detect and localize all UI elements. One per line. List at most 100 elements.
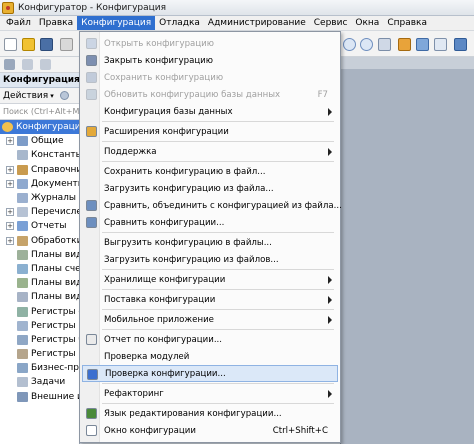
- panel-list-icon[interactable]: [22, 59, 33, 70]
- menu-item-5[interactable]: Сервис: [310, 16, 352, 30]
- menu-item-icon: [87, 369, 98, 380]
- tree-item-label: Бизнес-проц: [31, 363, 80, 374]
- expand-icon[interactable]: +: [6, 179, 14, 188]
- menu-item-7[interactable]: Справка: [383, 16, 431, 30]
- menu-item-6[interactable]: Расширения конфигурации: [82, 123, 338, 140]
- expand-icon[interactable]: +: [6, 165, 14, 174]
- expand-icon[interactable]: +: [6, 208, 14, 217]
- save-icon[interactable]: [40, 38, 53, 51]
- tree-node-icon: [17, 292, 28, 303]
- menu-separator: [102, 309, 334, 310]
- menu-bar: Файл Правка Конфигурация Отладка Администрир…: [0, 16, 474, 31]
- menu-item-4[interactable]: Конфигурация базы данных: [82, 103, 338, 120]
- menu-item-28[interactable]: Рефакторинг: [82, 385, 338, 402]
- menu-item-20[interactable]: Поставка конфигурации: [82, 291, 338, 308]
- tree-item[interactable]: + Обработки: [0, 234, 79, 248]
- tree-item[interactable]: + Общие: [0, 134, 79, 148]
- tree-item[interactable]: Бизнес-проц: [0, 361, 79, 375]
- menu-item-11[interactable]: Загрузить конфигурацию из файла...: [82, 180, 338, 197]
- tree-item-label: Общие: [31, 136, 64, 147]
- menu-item-label: Расширения конфигурации: [104, 126, 229, 137]
- tree-item-label: Планы видо: [31, 249, 79, 260]
- menu-item-label: Поддержка: [104, 146, 157, 157]
- tree-item[interactable]: + Перечислени: [0, 205, 79, 219]
- menu-item-label: Проверка модулей: [104, 351, 190, 362]
- menu-item-18[interactable]: Хранилище конфигурации: [82, 271, 338, 288]
- menu-item-0[interactable]: Файл: [2, 16, 35, 30]
- menu-item-30[interactable]: Язык редактирования конфигурации...: [82, 405, 338, 422]
- menu-item-24[interactable]: Отчет по конфигурации...: [82, 331, 338, 348]
- cut-icon[interactable]: [60, 38, 73, 51]
- chevron-down-icon: ▾: [50, 91, 54, 100]
- add-icon[interactable]: [59, 91, 69, 100]
- menu-item-3[interactable]: Отладка: [155, 16, 204, 30]
- menu-item-25[interactable]: Проверка модулей: [82, 348, 338, 365]
- tree-item[interactable]: + Справочники: [0, 163, 79, 177]
- menu-item-26[interactable]: Проверка конфигурации...: [82, 365, 338, 382]
- expand-icon[interactable]: +: [6, 236, 14, 245]
- menu-separator: [102, 269, 334, 270]
- tree-item[interactable]: Регистры св: [0, 304, 79, 318]
- find-icon[interactable]: [343, 38, 356, 51]
- menu-item-icon: [86, 89, 97, 100]
- menu-item-16[interactable]: Загрузить конфигурацию из файлов...: [82, 251, 338, 268]
- menu-item-12[interactable]: Сравнить, объединить с конфигурацией из …: [82, 197, 342, 214]
- menu-item-label: Выгрузить конфигурацию в файлы...: [104, 237, 272, 248]
- expand-icon[interactable]: +: [6, 137, 14, 146]
- syntax-icon[interactable]: [416, 38, 429, 51]
- menu-item-1[interactable]: Закрыть конфигурацию: [82, 52, 338, 69]
- tree-item[interactable]: Планы видо: [0, 248, 79, 262]
- tree-node-icon: [17, 164, 28, 175]
- menu-item-2[interactable]: Сохранить конфигурацию: [82, 69, 338, 86]
- menu-item-10[interactable]: Сохранить конфигурацию в файл...: [82, 163, 338, 180]
- tree-item-label: Обработки: [31, 235, 80, 246]
- expand-icon[interactable]: +: [6, 222, 14, 231]
- tree-item[interactable]: Планы счето: [0, 262, 79, 276]
- tree-item[interactable]: Планы видо: [0, 276, 79, 290]
- tree-item[interactable]: Константы: [0, 148, 79, 162]
- tree-item[interactable]: Внешние ис: [0, 390, 79, 404]
- tree-item[interactable]: Планы видо: [0, 290, 79, 304]
- actions-menu[interactable]: Действия ▾: [0, 88, 79, 104]
- menu-item-15[interactable]: Выгрузить конфигурацию в файлы...: [82, 234, 338, 251]
- tree-node-icon: [17, 193, 28, 204]
- menu-item-label: Сохранить конфигурацию в файл...: [104, 166, 266, 177]
- tree-node-icon: [17, 278, 28, 289]
- debug-icon[interactable]: [398, 38, 411, 51]
- menu-item-4[interactable]: Администрирование: [204, 16, 310, 30]
- search-input[interactable]: Поиск (Ctrl+Alt+M): [0, 104, 79, 120]
- tree-item-label: Справочники: [31, 164, 79, 175]
- tree-item[interactable]: Регистры ра: [0, 347, 79, 361]
- module-icon[interactable]: [378, 38, 391, 51]
- menu-item-0[interactable]: Открыть конфигурацию: [82, 35, 338, 52]
- tree-item-label: Отчеты: [31, 221, 67, 232]
- menu-item-6[interactable]: Окна: [351, 16, 383, 30]
- tree-item[interactable]: + Документы: [0, 177, 79, 191]
- tree-item[interactable]: Журналы до: [0, 191, 79, 205]
- menu-item-31[interactable]: Окно конфигурации Ctrl+Shift+C: [82, 422, 338, 439]
- tree-node-icon: [17, 249, 28, 260]
- tree-item[interactable]: Задачи: [0, 375, 79, 389]
- tree-item[interactable]: + Отчеты: [0, 219, 79, 233]
- tree-item-label: Константы: [31, 150, 80, 161]
- new-file-icon[interactable]: [4, 38, 17, 51]
- menu-item-13[interactable]: Сравнить конфигурации...: [82, 214, 338, 231]
- menu-item-1[interactable]: Правка: [35, 16, 77, 30]
- tree-item[interactable]: Регистры бу: [0, 333, 79, 347]
- refresh-icon[interactable]: [360, 38, 373, 51]
- menu-item-3[interactable]: Обновить конфигурацию базы данных F7: [82, 86, 338, 103]
- menu-item-8[interactable]: Поддержка: [82, 143, 338, 160]
- submenu-arrow-icon: [328, 108, 332, 116]
- tree-item-label: Планы видо: [31, 292, 79, 303]
- menu-item-22[interactable]: Мобильное приложение: [82, 311, 338, 328]
- panel-property-icon[interactable]: [4, 59, 15, 70]
- run-icon[interactable]: [434, 38, 447, 51]
- tree-root[interactable]: Конфигурация: [0, 120, 79, 135]
- open-folder-icon[interactable]: [22, 38, 35, 51]
- tree-node-icon: [17, 377, 28, 388]
- menu-item-2[interactable]: Конфигурация: [77, 16, 156, 30]
- menu-item-icon: [86, 55, 97, 66]
- help-icon[interactable]: [454, 38, 467, 51]
- tree-item[interactable]: Регистры на: [0, 319, 79, 333]
- panel-grid-icon[interactable]: [40, 59, 51, 70]
